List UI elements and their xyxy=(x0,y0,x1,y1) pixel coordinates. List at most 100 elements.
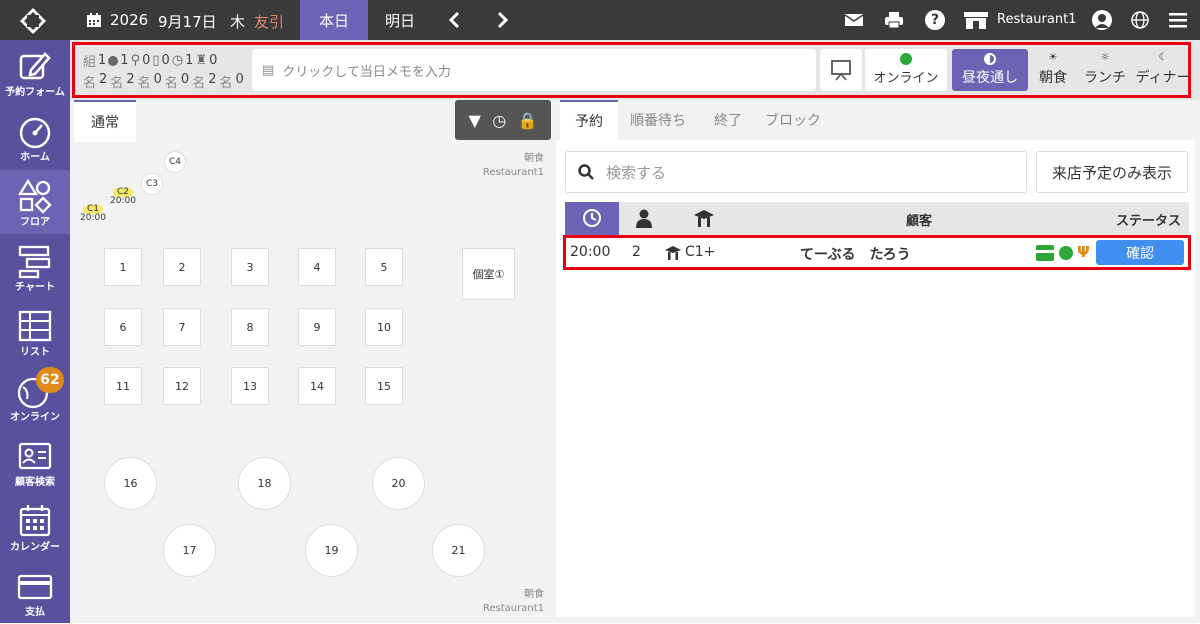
half-moon-icon xyxy=(984,53,996,65)
sidebar-item-reservation-form[interactable]: 予約フォーム xyxy=(0,40,70,104)
table-12[interactable]: 12 xyxy=(163,367,201,405)
tab-finished[interactable]: 終了 xyxy=(702,100,754,140)
table-9[interactable]: 9 xyxy=(298,308,336,346)
row-customer-name[interactable]: てーぶる たろう xyxy=(800,244,911,264)
online-icon xyxy=(108,55,119,66)
row-guests: 2 xyxy=(632,244,641,260)
row-time: 20:00 xyxy=(570,244,611,260)
show-upcoming-button[interactable]: 来店予定のみ表示 xyxy=(1036,151,1188,193)
online-filter-button[interactable]: オンライン xyxy=(865,49,947,91)
lock-icon[interactable]: 🔒 xyxy=(517,111,537,130)
date-weekday: 木 xyxy=(230,13,246,31)
memo-icon: ▤ xyxy=(262,62,275,78)
tab-reservation[interactable]: 予約 xyxy=(560,100,618,140)
sidebar-item-calendar[interactable]: カレンダー xyxy=(0,495,70,559)
timeline-icon xyxy=(18,245,51,279)
breakfast-button[interactable]: ☀ 朝食 xyxy=(1032,49,1074,91)
stats-row-2: 名2名2名0名0名2名0 xyxy=(83,72,244,91)
table-14[interactable]: 14 xyxy=(298,367,336,405)
table-c4[interactable]: C4 xyxy=(164,151,186,173)
guests-header-icon[interactable] xyxy=(633,208,655,230)
memo-input[interactable]: ▤ クリックして当日メモを入力 xyxy=(252,49,816,91)
table-5[interactable]: 5 xyxy=(365,248,403,286)
mail-icon[interactable] xyxy=(844,12,864,28)
sidebar-item-payment[interactable]: 支払 xyxy=(0,560,70,624)
sort-time-button[interactable] xyxy=(565,202,619,235)
sidebar-item-floor[interactable]: フロア xyxy=(0,170,70,234)
table-21[interactable]: 21 xyxy=(432,524,485,577)
presentation-button[interactable] xyxy=(820,49,862,91)
search-icon xyxy=(578,164,594,180)
table-8[interactable]: 8 xyxy=(231,308,269,346)
table-2[interactable]: 2 xyxy=(163,248,201,286)
table-c3[interactable]: C3 xyxy=(141,173,163,195)
table-20[interactable]: 20 xyxy=(372,457,425,510)
row-table: C1+ xyxy=(685,244,716,260)
reservation-row[interactable]: 20:00 2 C1+ てーぶる たろう Ψ 確認 xyxy=(563,235,1191,270)
table-7[interactable]: 7 xyxy=(163,308,201,346)
private-room[interactable]: 個室① xyxy=(462,248,515,300)
today-button[interactable]: 本日 xyxy=(300,0,368,40)
sidebar: 予約フォーム ホーム フロア チャート リスト オンライン 62 顧客検索 カレ… xyxy=(0,40,70,623)
shapes-icon xyxy=(17,178,52,214)
sidebar-item-online[interactable]: オンライン 62 xyxy=(0,365,70,429)
sidebar-item-customer-search[interactable]: 顧客検索 xyxy=(0,430,70,494)
online-globe-icon xyxy=(1059,246,1073,260)
presentation-icon xyxy=(831,60,851,81)
allday-button[interactable]: 昼夜通し xyxy=(952,49,1028,91)
tab-block[interactable]: ブロック xyxy=(762,100,824,140)
sidebar-item-list[interactable]: リスト xyxy=(0,300,70,364)
filter-bar: 組1 1 ⚲ 0 ▯ 0 ◷ 1 ♜ 0 名2名2名0名0名2名0 ▤ クリックして当日… xyxy=(70,40,1200,100)
table-header-icon[interactable] xyxy=(693,209,715,229)
prev-day-icon[interactable] xyxy=(445,10,465,30)
table-1[interactable]: 1 xyxy=(104,248,142,286)
status-header[interactable]: ステータス xyxy=(1116,210,1181,229)
confirm-status-button[interactable]: 確認 xyxy=(1096,240,1184,265)
dashboard-icon xyxy=(19,117,51,149)
floor-tools[interactable]: ▼ ◷ 🔒 xyxy=(455,100,551,140)
table-4[interactable]: 4 xyxy=(298,248,336,286)
table-13[interactable]: 13 xyxy=(231,367,269,405)
app-logo-icon[interactable] xyxy=(18,6,48,36)
menu-icon[interactable] xyxy=(1169,11,1187,29)
payment-card-icon xyxy=(1036,245,1054,261)
table-18[interactable]: 18 xyxy=(238,457,291,510)
floor-tab-normal[interactable]: 通常 xyxy=(74,100,136,142)
sidebar-item-chart[interactable]: チャート xyxy=(0,235,70,299)
moon-icon: ☾ xyxy=(1158,52,1168,63)
stats-row-1: 組1 1 ⚲ 0 ▯ 0 ◷ 1 ♜ 0 xyxy=(83,53,218,70)
print-icon[interactable] xyxy=(884,10,904,30)
table-15[interactable]: 15 xyxy=(365,367,403,405)
lunch-button[interactable]: ☼ ランチ xyxy=(1080,49,1130,91)
online-count-badge: 62 xyxy=(36,367,64,393)
table-c1[interactable]: C1 20:00 xyxy=(79,200,107,228)
tomorrow-button[interactable]: 明日 xyxy=(368,0,432,40)
table-icon[interactable]: ▼ xyxy=(469,111,481,130)
user-icon[interactable] xyxy=(1092,10,1112,30)
table-3[interactable]: 3 xyxy=(231,248,269,286)
clock-icon[interactable]: ◷ xyxy=(492,111,506,130)
search-input[interactable]: 検索する xyxy=(565,151,1027,193)
clipboard-icon: ▯ xyxy=(152,53,160,68)
restaurant-name[interactable]: Restaurant1 xyxy=(997,12,1076,27)
store-icon[interactable] xyxy=(963,10,989,30)
fork-knife-icon: Ψ xyxy=(1077,243,1090,261)
help-icon[interactable]: ? xyxy=(925,10,945,30)
id-card-icon xyxy=(18,442,52,470)
table-11[interactable]: 11 xyxy=(104,367,142,405)
globe-icon[interactable] xyxy=(1130,10,1150,30)
customer-header[interactable]: 顧客 xyxy=(906,210,932,229)
tab-waitlist[interactable]: 順番待ち xyxy=(622,100,694,140)
calendar-icon xyxy=(86,12,102,28)
table-6[interactable]: 6 xyxy=(104,308,142,346)
table-c2[interactable]: C2 20:00 xyxy=(110,184,136,210)
sun-icon: ☼ xyxy=(1100,52,1110,63)
table-19[interactable]: 19 xyxy=(305,524,358,577)
dinner-button[interactable]: ☾ ディナー xyxy=(1134,49,1192,91)
table-16[interactable]: 16 xyxy=(104,457,157,510)
table-17[interactable]: 17 xyxy=(163,524,216,577)
credit-card-icon xyxy=(17,574,53,600)
next-day-icon[interactable] xyxy=(492,10,512,30)
table-10[interactable]: 10 xyxy=(365,308,403,346)
sidebar-item-home[interactable]: ホーム xyxy=(0,105,70,169)
